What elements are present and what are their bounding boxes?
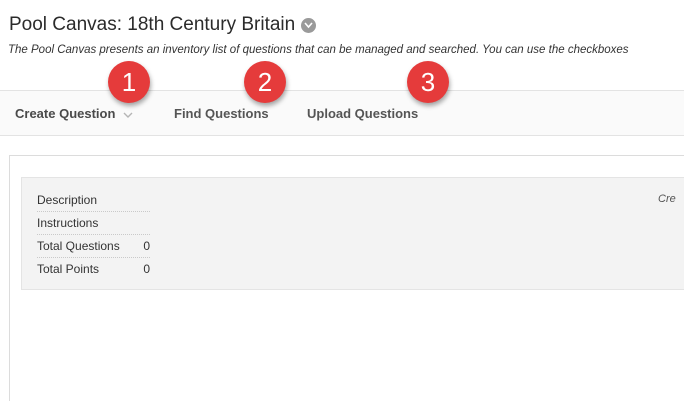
info-row-total-points: Total Points 0 <box>37 258 150 280</box>
pool-info-panel: Description Instructions Total Questions… <box>21 177 684 290</box>
info-row-total-questions: Total Questions 0 <box>37 235 150 258</box>
page-title: Pool Canvas: 18th Century Britain <box>9 14 317 36</box>
pool-canvas-page: Pool Canvas: 18th Century Britain The Po… <box>0 0 684 401</box>
info-label: Description <box>37 193 98 207</box>
create-question-label: Create Question <box>15 106 116 121</box>
create-question-button[interactable]: Create Question <box>15 106 133 122</box>
info-value: 0 <box>143 262 150 276</box>
callout-badge-1: 1 <box>108 61 150 103</box>
page-title-text: Pool Canvas: 18th Century Britain <box>9 14 296 35</box>
page-description: The Pool Canvas presents an inventory li… <box>8 44 629 56</box>
find-questions-button[interactable]: Find Questions <box>174 106 269 121</box>
pool-content-area: Description Instructions Total Questions… <box>9 155 684 401</box>
chevron-down-icon[interactable] <box>301 17 317 33</box>
callout-badge-3: 3 <box>407 61 449 103</box>
info-row-description: Description <box>37 189 150 212</box>
info-row-instructions: Instructions <box>37 212 150 235</box>
callout-badge-2: 2 <box>244 61 286 103</box>
upload-questions-button[interactable]: Upload Questions <box>307 106 418 121</box>
empty-state-text: Cre <box>658 193 676 205</box>
info-label: Instructions <box>37 216 99 230</box>
info-value: 0 <box>143 239 150 253</box>
info-label: Total Questions <box>37 239 120 253</box>
info-label: Total Points <box>37 262 100 276</box>
action-bar: Create Question Find Questions Upload Qu… <box>0 90 684 136</box>
pool-info-table: Description Instructions Total Questions… <box>37 189 150 280</box>
chevron-down-icon <box>123 107 133 122</box>
